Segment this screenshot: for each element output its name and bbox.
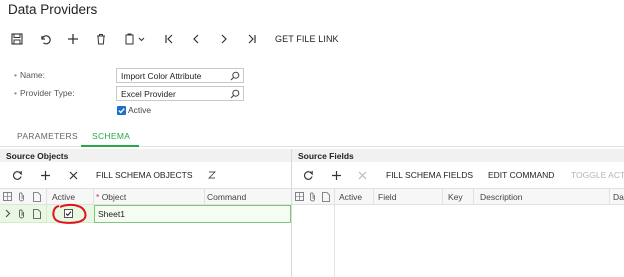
source-objects-title: Source Objects <box>0 149 291 162</box>
column-separator <box>373 189 374 205</box>
name-field[interactable]: Import Color Attribute <box>116 68 244 83</box>
provider-type-field[interactable]: Excel Provider <box>116 86 244 101</box>
provider-type-value: Excel Provider <box>121 89 176 99</box>
source-fields-panel: Source Fields FILL SCHEMA FIELDS EDIT CO… <box>292 149 624 277</box>
save-icon[interactable] <box>8 30 26 48</box>
active-tab-indicator <box>81 145 139 147</box>
toggle-active-button: TOGGLE ACT <box>571 170 624 180</box>
tab-parameters[interactable]: PARAMETERS <box>17 131 78 141</box>
copy-paste-icon[interactable] <box>122 30 148 48</box>
first-record-icon[interactable] <box>160 30 178 48</box>
form-summary: • Name: Import Color Attribute • Provider … <box>0 58 624 124</box>
source-fields-grid-header: Active Field Key Description Da <box>292 188 624 205</box>
add-icon[interactable] <box>328 167 344 183</box>
delete-icon[interactable] <box>92 30 110 48</box>
column-header-key[interactable]: Key <box>448 192 463 202</box>
row-expand-icon[interactable] <box>5 209 11 220</box>
name-value: Import Color Attribute <box>121 71 202 81</box>
name-label: • Name: <box>14 70 46 80</box>
attachment-icon[interactable] <box>18 209 25 221</box>
grid-line <box>334 205 335 277</box>
attachment-icon <box>309 192 316 204</box>
add-icon[interactable] <box>37 167 53 183</box>
source-objects-grid-header: Active * Object Command <box>0 188 291 205</box>
column-separator <box>93 189 94 205</box>
search-icon[interactable] <box>230 71 240 81</box>
column-separator <box>609 189 610 205</box>
fill-schema-fields-button[interactable]: FILL SCHEMA FIELDS <box>386 170 473 180</box>
column-header-active[interactable]: Active <box>52 192 75 202</box>
undo-icon[interactable] <box>36 30 54 48</box>
provider-type-label: • Provider Type: <box>14 88 75 98</box>
edit-command-button[interactable]: EDIT COMMAND <box>488 170 554 180</box>
source-fields-toolbar: FILL SCHEMA FIELDS EDIT COMMAND TOGGLE A… <box>292 166 624 184</box>
note-icon <box>33 192 41 204</box>
refresh-icon[interactable] <box>9 167 25 183</box>
fit-columns-icon[interactable] <box>204 167 220 183</box>
delete-icon[interactable] <box>65 167 81 183</box>
get-file-link-button[interactable]: GET FILE LINK <box>275 34 339 44</box>
note-icon <box>322 192 330 204</box>
selected-cell[interactable]: Sheet1 <box>94 205 291 223</box>
source-objects-toolbar: FILL SCHEMA OBJECTS <box>0 166 291 184</box>
page-title: Data Providers <box>8 2 98 17</box>
attachment-icon <box>18 192 25 204</box>
object-cell[interactable]: Sheet1 <box>98 209 125 219</box>
main-toolbar: GET FILE LINK <box>0 27 624 51</box>
column-separator <box>204 189 205 205</box>
source-fields-title: Source Fields <box>292 149 624 162</box>
last-record-icon[interactable] <box>243 30 261 48</box>
next-record-icon[interactable] <box>215 30 233 48</box>
previous-record-icon[interactable] <box>187 30 205 48</box>
add-icon[interactable] <box>64 30 82 48</box>
select-all-icon[interactable] <box>295 192 304 203</box>
search-icon[interactable] <box>230 89 240 99</box>
column-header-description[interactable]: Description <box>480 192 523 202</box>
refresh-icon[interactable] <box>300 167 316 183</box>
column-header-data-type[interactable]: Da <box>613 192 624 202</box>
column-header-field[interactable]: Field <box>378 192 396 202</box>
fill-schema-objects-button[interactable]: FILL SCHEMA OBJECTS <box>96 170 193 180</box>
grid-line <box>46 205 47 223</box>
active-checkbox[interactable] <box>117 106 126 115</box>
column-separator <box>442 189 443 205</box>
active-label: Active <box>128 105 152 115</box>
select-all-icon[interactable] <box>3 192 12 203</box>
column-header-active[interactable]: Active <box>339 192 362 202</box>
note-icon[interactable] <box>33 209 41 221</box>
tab-bar: PARAMETERS SCHEMA <box>0 126 624 147</box>
column-separator <box>334 189 335 205</box>
column-header-command[interactable]: Command <box>207 192 246 202</box>
column-header-object[interactable]: * Object <box>96 192 126 202</box>
column-separator <box>46 189 47 205</box>
red-circle-annotation <box>52 203 87 224</box>
column-separator <box>473 189 474 205</box>
tab-schema[interactable]: SCHEMA <box>92 131 130 141</box>
delete-icon <box>354 167 370 183</box>
